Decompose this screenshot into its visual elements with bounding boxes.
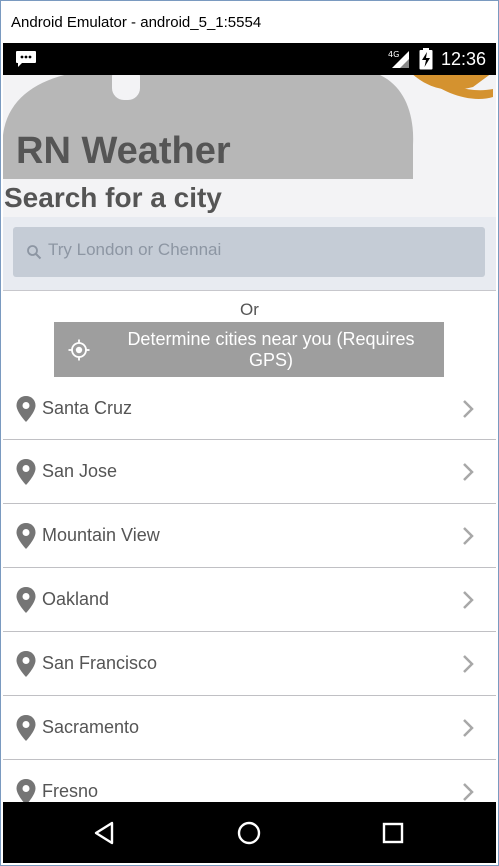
android-navigation-bar: [3, 802, 496, 863]
search-heading: Search for a city: [3, 179, 496, 217]
chevron-right-icon: [463, 400, 474, 418]
city-name: Fresno: [42, 781, 99, 801]
location-pin-icon: [16, 715, 36, 741]
city-name: San Francisco: [42, 653, 158, 673]
gps-locate-icon: [68, 339, 90, 360]
app-title: RN Weather: [16, 130, 231, 172]
city-name: Oakland: [42, 589, 110, 609]
chevron-right-icon: [463, 527, 474, 545]
city-name: San Jose: [42, 461, 118, 481]
chevron-right-icon: [463, 463, 474, 481]
network-type-label: 4G: [388, 50, 399, 59]
window-titlebar: Android Emulator - android_5_1:5554: [1, 1, 498, 43]
app-header: RN Weather: [3, 75, 496, 179]
chevron-right-icon: [463, 655, 474, 673]
or-label: Or: [240, 300, 259, 319]
city-list: Santa Cruz San Jose Mountain View Oaklan…: [3, 377, 496, 802]
city-name: Santa Cruz: [42, 398, 133, 418]
window-title: Android Emulator - android_5_1:5554: [11, 14, 262, 31]
location-pin-icon: [16, 651, 36, 677]
location-pin-icon: [16, 779, 36, 802]
city-search-input[interactable]: [46, 235, 476, 265]
message-icon: [16, 51, 36, 67]
city-name: Sacramento: [42, 717, 140, 737]
search-area: [3, 217, 496, 291]
city-list-item[interactable]: San Francisco: [3, 632, 496, 696]
emulator-window: Android Emulator - android_5_1:5554 4G 1…: [0, 0, 499, 866]
android-status-bar: 4G 12:36: [3, 43, 496, 75]
city-list-item[interactable]: Oakland: [3, 568, 496, 632]
location-pin-icon: [16, 459, 36, 485]
city-list-item[interactable]: Mountain View: [3, 504, 496, 568]
location-pin-icon: [16, 396, 36, 422]
location-pin-icon: [16, 587, 36, 613]
search-icon: [27, 245, 42, 260]
city-name: Mountain View: [42, 525, 160, 545]
city-list-item[interactable]: Santa Cruz: [3, 377, 496, 440]
city-list-item[interactable]: San Jose: [3, 440, 496, 504]
city-list-item[interactable]: Fresno: [3, 760, 496, 802]
gps-button-label: Determine cities near you (Requires GPS): [127, 328, 415, 370]
chevron-right-icon: [463, 591, 474, 609]
weather-app: RN Weather Search for a city Or: [3, 75, 496, 802]
status-time: 12:36: [441, 49, 487, 69]
recents-icon[interactable]: [379, 819, 407, 847]
chevron-right-icon: [463, 783, 474, 801]
search-box[interactable]: [13, 227, 485, 277]
chevron-right-icon: [463, 719, 474, 737]
battery-charging-icon: [419, 48, 433, 70]
back-icon[interactable]: [91, 819, 119, 847]
home-icon[interactable]: [235, 819, 263, 847]
location-pin-icon: [16, 523, 36, 549]
signal-icon: 4G: [388, 50, 409, 68]
city-list-item[interactable]: Sacramento: [3, 696, 496, 760]
determine-nearby-cities-button[interactable]: Determine cities near you (Requires GPS): [54, 322, 444, 377]
